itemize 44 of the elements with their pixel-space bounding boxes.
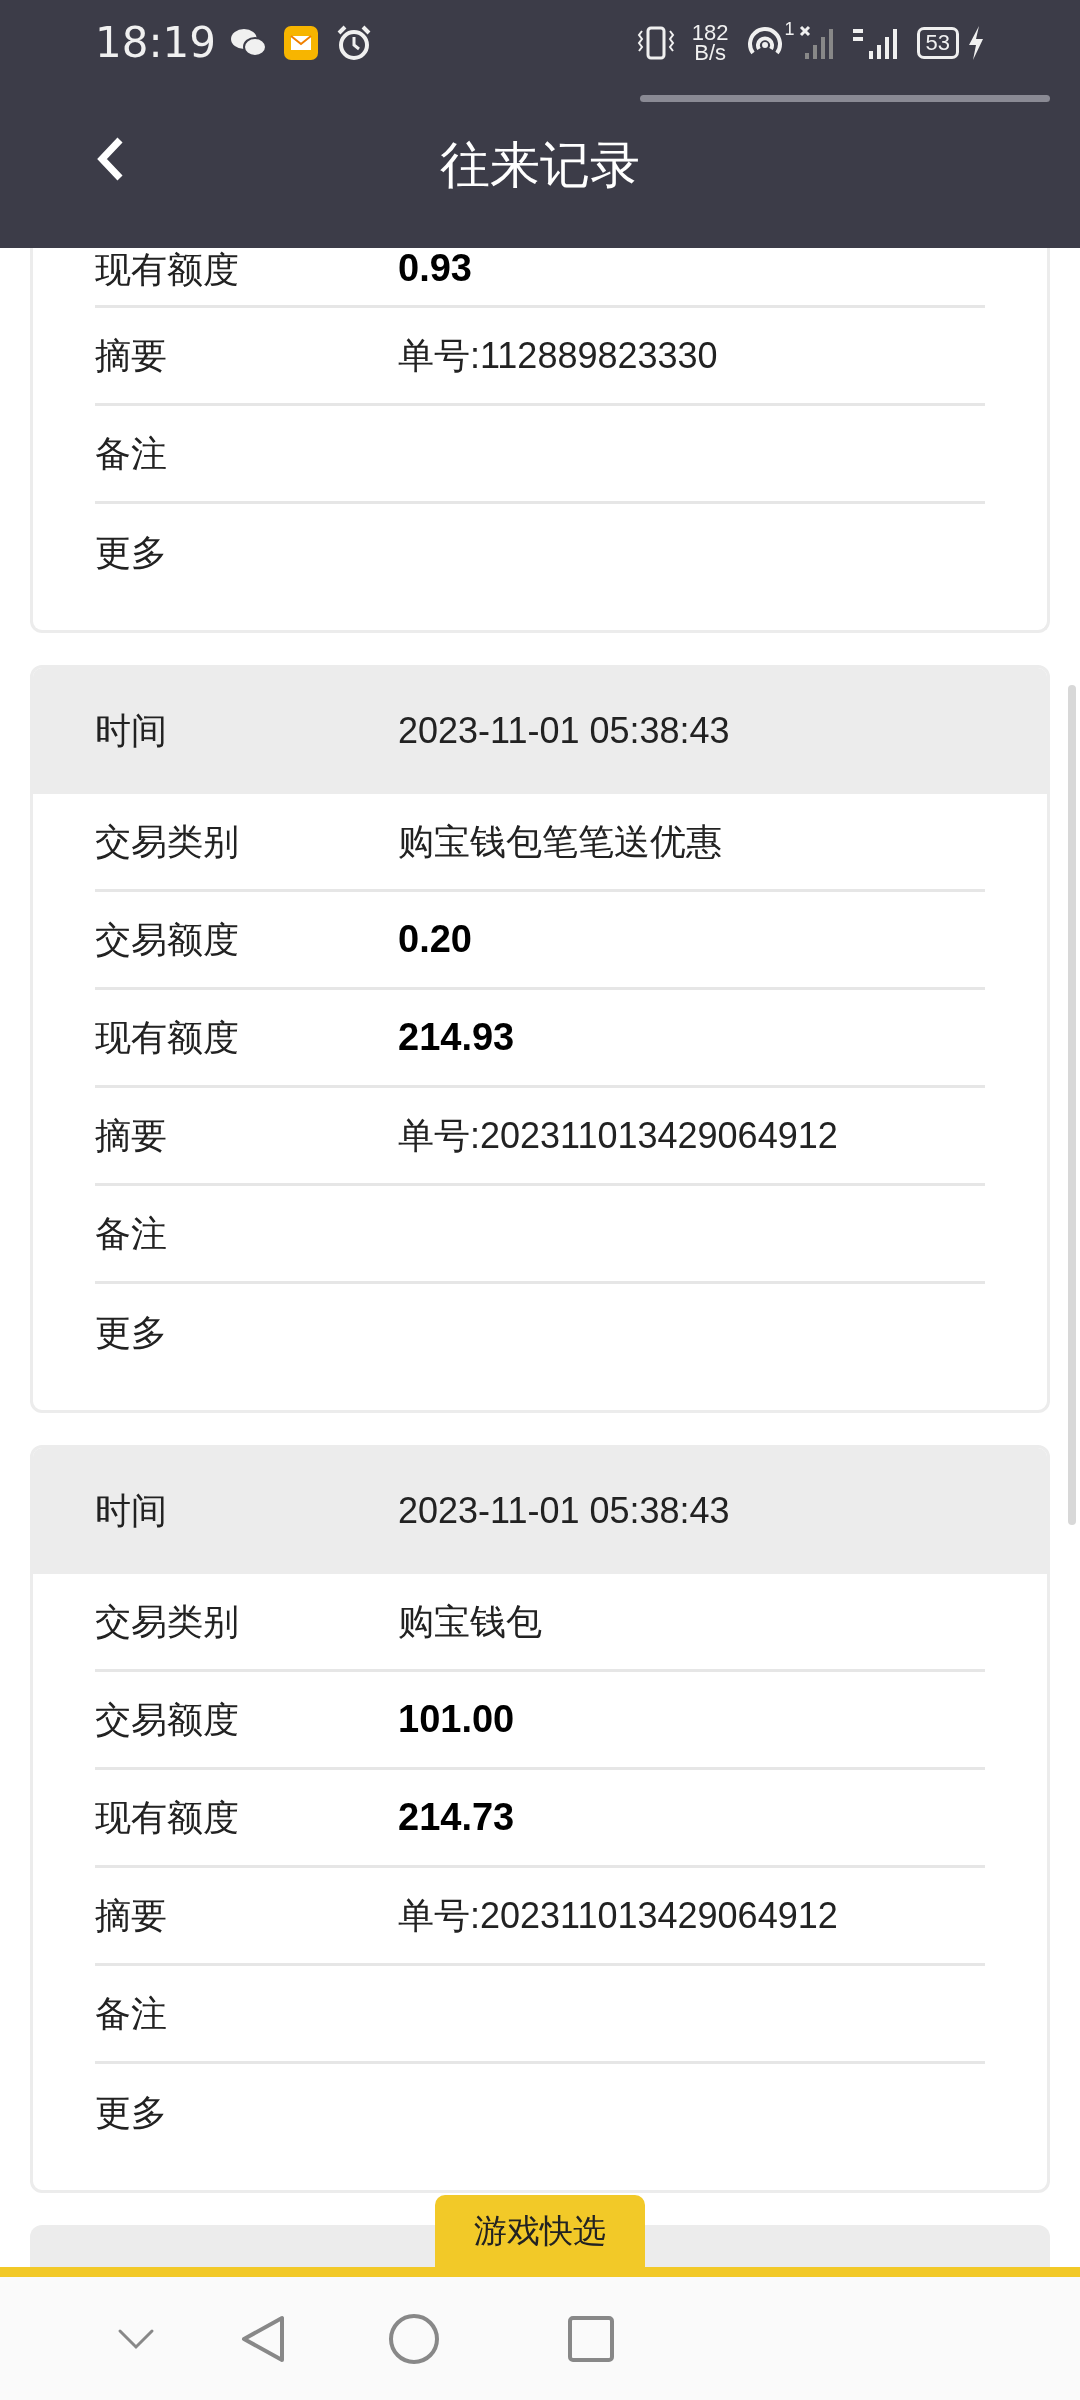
field-label: 备注 [95,1211,168,1256]
field-label: 摘要 [95,333,168,378]
back-nav-icon[interactable] [240,2313,286,2364]
mail-icon [284,25,319,60]
field-value: 单号:202311013429064912 [398,1113,838,1158]
home-icon[interactable] [388,2312,440,2365]
field-value: 单号:202311013429064912 [398,1893,838,1938]
charging-icon [967,25,985,60]
clock-time: 18:19 [95,17,217,69]
field-value: 单号:112889823330 [398,333,718,378]
field-label: 摘要 [95,1113,168,1158]
vibrate-icon [635,24,676,61]
page-title: 往来记录 [440,140,640,195]
field-label: 时间 [95,709,168,753]
field-value: 2023-11-01 05:38:43 [398,1489,730,1533]
field-label: 摘要 [95,1893,168,1938]
field-label: 交易类别 [95,819,240,864]
amount-value: 214.93 [398,1015,515,1060]
amount-value: 214.73 [398,1795,515,1840]
field-label: 备注 [95,1991,168,2036]
field-label: 备注 [95,431,168,476]
recents-icon[interactable] [568,2315,614,2362]
field-value: 2023-11-01 05:38:43 [398,709,730,753]
network-speed: 182 B/s [691,22,729,63]
field-value: 购宝钱包笔笔送优惠 [398,819,722,864]
field-label: 更多 [95,531,168,575]
field-label: 交易额度 [95,1697,240,1742]
amount-value: 0.93 [398,248,472,291]
field-value: 购宝钱包 [398,1599,542,1644]
field-label: 现有额度 [95,1795,240,1840]
handle-bar[interactable] [640,95,1050,102]
field-label: 现有额度 [95,248,240,292]
field-label: 更多 [95,1311,168,1355]
field-label: 交易类别 [95,1599,240,1644]
alarm-clock-icon [336,24,373,61]
battery-icon: 53 [916,26,959,59]
amount-value: 0.20 [398,917,472,962]
field-label: 时间 [95,1489,168,1533]
amount-value: 101.00 [398,1697,515,1742]
field-label: 更多 [95,2091,168,2135]
field-label: 现有额度 [95,1015,240,1060]
quick-pick-tab[interactable]: 游戏快选 [435,2195,645,2267]
hotspot-count: 1 [784,18,795,41]
field-label: 交易额度 [95,917,240,962]
